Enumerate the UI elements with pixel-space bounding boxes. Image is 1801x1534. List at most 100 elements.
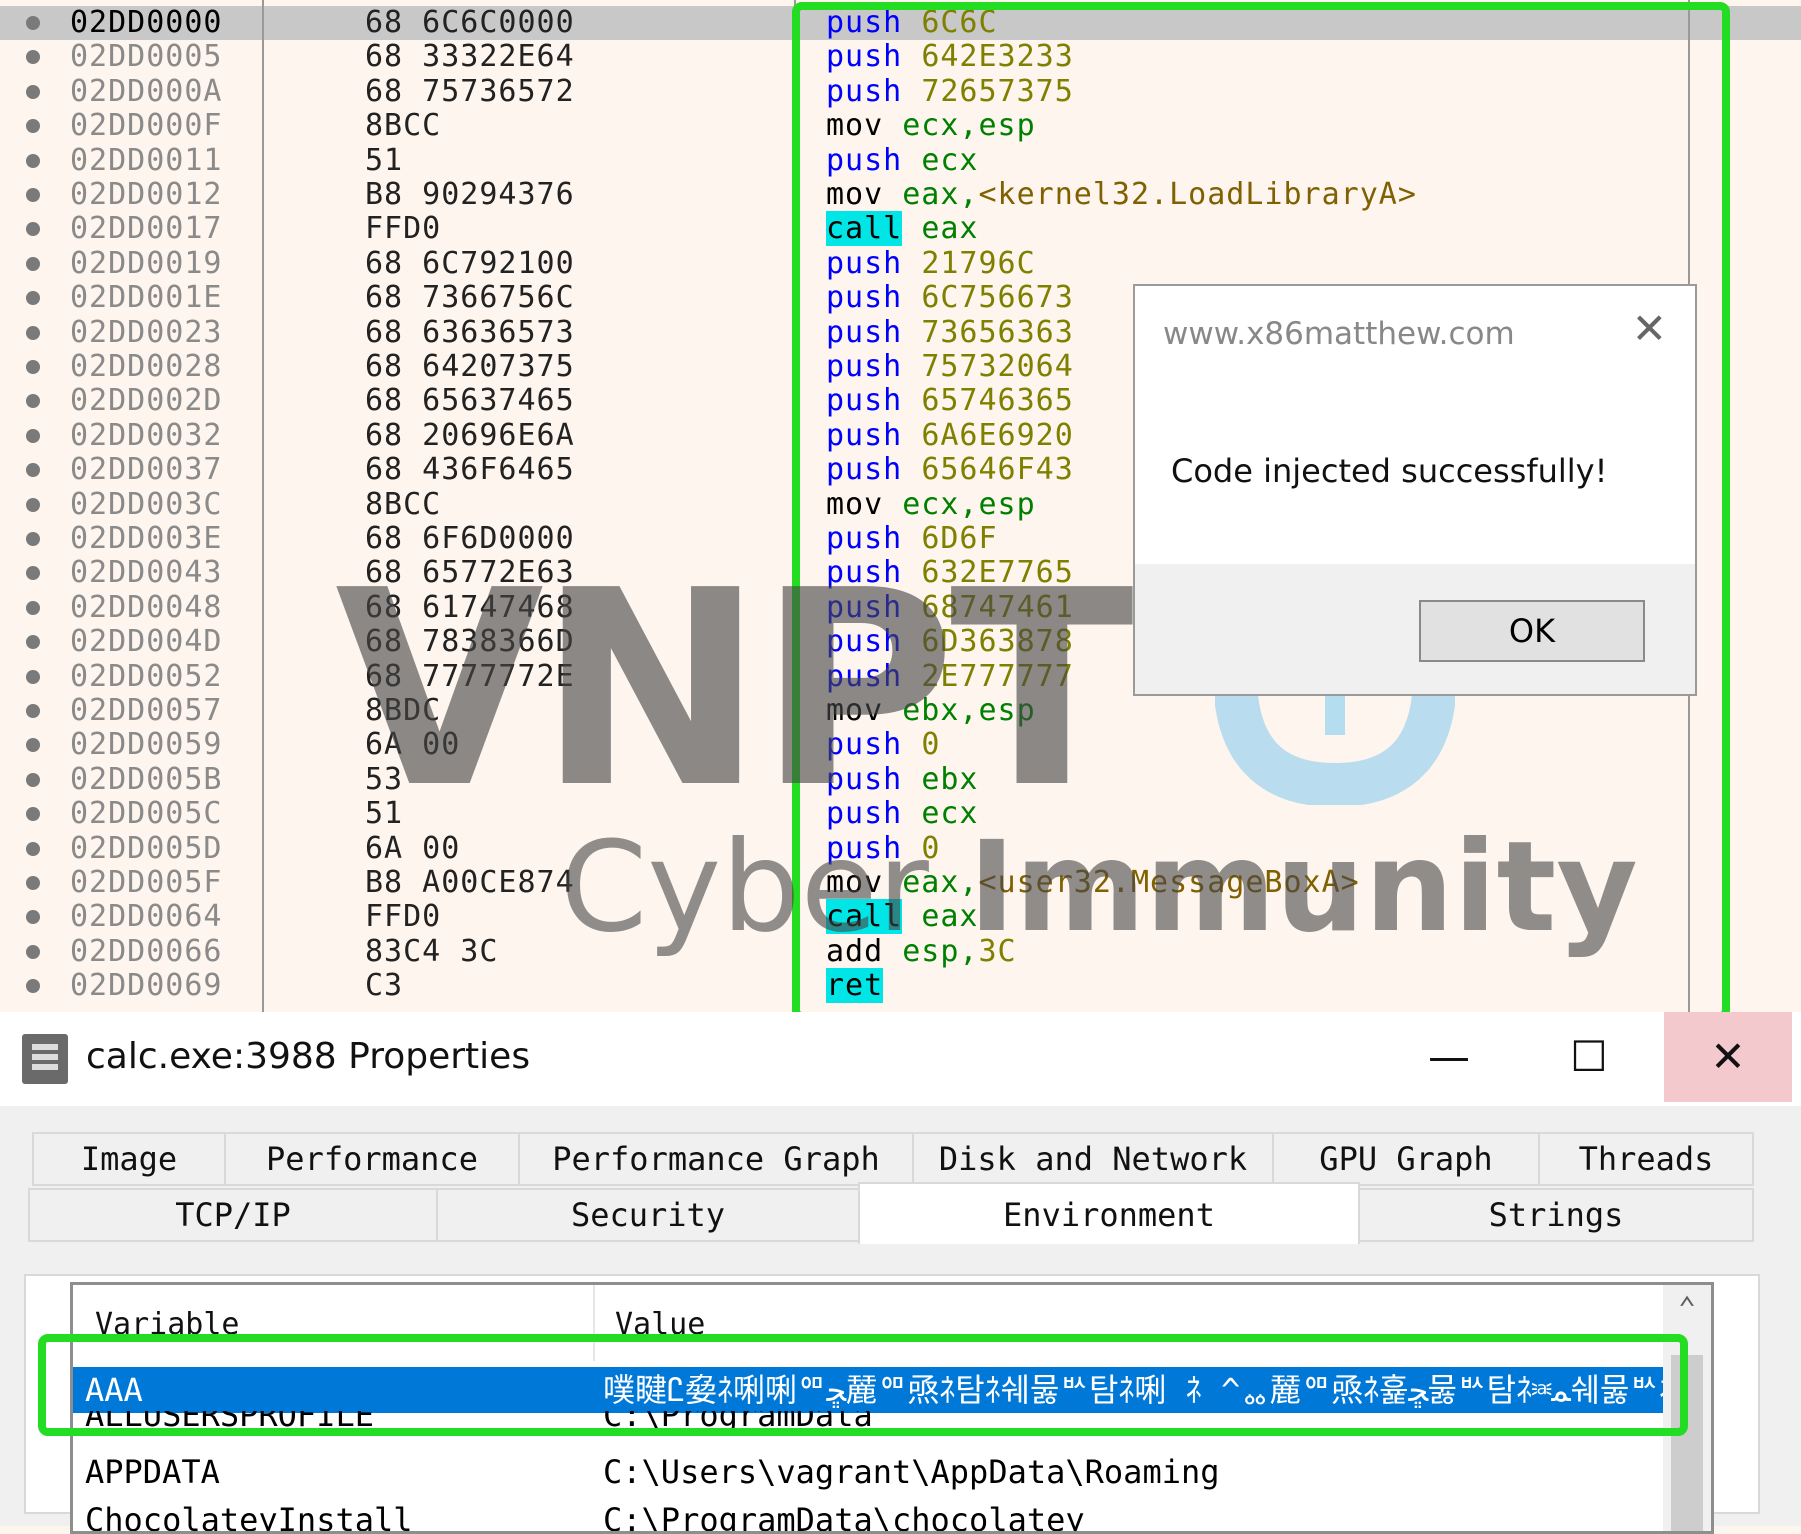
instruction-address: 02DD0017 (70, 211, 223, 247)
instruction-address: 02DD005F (70, 865, 223, 900)
instruction-address: 02DD0048 (70, 589, 223, 625)
instruction-bytes: 68 63636573 (365, 314, 575, 350)
breakpoint-marker-icon[interactable] (26, 738, 40, 753)
tab-performance[interactable]: Performance (224, 1132, 520, 1186)
instruction-address: 02DD0028 (70, 349, 223, 384)
selected-variable-highlight-box (38, 1334, 1688, 1436)
instruction-address: 02DD0012 (70, 177, 223, 212)
breakpoint-marker-icon[interactable] (26, 669, 40, 684)
instruction-bytes: 68 6C792100 (365, 245, 575, 281)
instruction-bytes: FFD0 (365, 211, 442, 247)
instruction-bytes: 68 7366756C (365, 280, 575, 316)
instruction-address: 02DD0019 (70, 245, 223, 281)
breakpoint-marker-icon[interactable] (26, 807, 40, 822)
breakpoint-marker-icon[interactable] (26, 84, 40, 99)
instruction-address: 02DD0011 (70, 142, 223, 178)
message-box-dialog: www.x86matthew.com ✕ Code injected succe… (1133, 284, 1697, 696)
instruction-address: 02DD001E (70, 280, 223, 316)
env-variable-name: APPDATA (85, 1453, 220, 1491)
app-icon (22, 1034, 68, 1084)
instruction-bytes: 68 33322E64 (365, 39, 575, 75)
tab-gpu-graph[interactable]: GPU Graph (1272, 1132, 1540, 1186)
breakpoint-marker-icon[interactable] (26, 841, 40, 856)
tab-image[interactable]: Image (32, 1132, 226, 1186)
breakpoint-marker-icon[interactable] (26, 153, 40, 168)
message-box-close-icon[interactable]: ✕ (1632, 304, 1667, 353)
instruction-bytes: 68 7838366D (365, 624, 575, 660)
instruction-address: 02DD0005 (70, 39, 223, 75)
breakpoint-marker-icon[interactable] (26, 428, 40, 443)
tab-disk-and-network[interactable]: Disk and Network (912, 1132, 1274, 1186)
breakpoint-marker-icon[interactable] (26, 50, 40, 65)
instruction-address: 02DD005B (70, 761, 223, 797)
instruction-bytes: 68 61747468 (365, 589, 575, 625)
breakpoint-marker-icon[interactable] (26, 291, 40, 306)
instruction-address: 02DD0032 (70, 417, 223, 453)
tab-security[interactable]: Security (436, 1188, 860, 1242)
tab-tcp-ip[interactable]: TCP/IP (28, 1188, 438, 1242)
instruction-bytes: 68 6F6D0000 (365, 521, 575, 556)
instruction-bytes: 51 (365, 796, 404, 832)
instruction-bytes: 68 6C6C0000 (365, 5, 575, 40)
instruction-bytes: B8 A00CE874 (365, 865, 575, 900)
instruction-address: 02DD0069 (70, 968, 223, 1004)
breakpoint-marker-icon[interactable] (26, 188, 40, 202)
breakpoint-marker-icon[interactable] (26, 325, 40, 340)
window-title: calc.exe:3988 Properties (86, 1036, 531, 1077)
instruction-bytes: 68 65772E63 (365, 555, 575, 591)
instruction-address: 02DD000A (70, 73, 223, 109)
instruction-bytes: 6A 00 (365, 830, 461, 866)
message-box-text: Code injected successfully! (1171, 452, 1608, 490)
instruction-bytes: 6A 00 (365, 727, 461, 763)
instruction-bytes: 83C4 3C (365, 933, 499, 969)
instruction-address: 02DD0000 (70, 5, 223, 40)
breakpoint-marker-icon[interactable] (26, 16, 40, 30)
tab-environment[interactable]: Environment (858, 1182, 1360, 1244)
instruction-address: 02DD0066 (70, 933, 223, 969)
scroll-up-icon[interactable]: ⌃ (1671, 1291, 1703, 1326)
ok-button[interactable]: OK (1419, 600, 1645, 662)
env-row[interactable]: APPDATA C:\Users\vagrant\AppData\Roaming (73, 1449, 1663, 1495)
breakpoint-marker-icon[interactable] (26, 704, 40, 718)
breakpoint-marker-icon[interactable] (26, 222, 40, 237)
window-titlebar[interactable]: calc.exe:3988 Properties — ☐ ✕ (0, 1012, 1801, 1106)
instruction-address: 02DD002D (70, 383, 223, 419)
env-variable-name: ChocolateyInstall (85, 1501, 413, 1534)
breakpoint-marker-icon[interactable] (26, 772, 40, 787)
instruction-address: 02DD0043 (70, 555, 223, 591)
breakpoint-marker-icon[interactable] (26, 600, 40, 615)
breakpoint-marker-icon[interactable] (26, 119, 40, 134)
instruction-bytes: B8 90294376 (365, 177, 575, 212)
instruction-address: 02DD0052 (70, 658, 223, 694)
breakpoint-marker-icon[interactable] (26, 635, 40, 650)
breakpoint-marker-icon[interactable] (26, 256, 40, 271)
breakpoint-marker-icon[interactable] (26, 360, 40, 374)
breakpoint-marker-icon[interactable] (26, 944, 40, 959)
tab-threads[interactable]: Threads (1538, 1132, 1754, 1186)
instruction-address: 02DD0057 (70, 693, 223, 728)
maximize-button[interactable]: ☐ (1525, 1012, 1653, 1102)
breakpoint-marker-icon[interactable] (26, 394, 40, 409)
close-window-button[interactable]: ✕ (1664, 1012, 1792, 1102)
instruction-address: 02DD0023 (70, 314, 223, 350)
instruction-bytes: 53 (365, 761, 404, 797)
minimize-button[interactable]: — (1385, 1012, 1513, 1102)
env-row[interactable]: ChocolateyInstall C:\ProgramData\chocola… (73, 1497, 1663, 1534)
instruction-bytes: 68 75736572 (365, 73, 575, 109)
instruction-bytes: 68 20696E6A (365, 417, 575, 453)
breakpoint-marker-icon[interactable] (26, 532, 40, 546)
breakpoint-marker-icon[interactable] (26, 979, 40, 994)
tab-performance-graph[interactable]: Performance Graph (518, 1132, 914, 1186)
breakpoint-marker-icon[interactable] (26, 497, 40, 512)
message-box-footer: OK (1135, 564, 1695, 694)
breakpoint-marker-icon[interactable] (26, 566, 40, 581)
instruction-bytes: 68 64207375 (365, 349, 575, 384)
instruction-bytes: FFD0 (365, 899, 442, 935)
breakpoint-marker-icon[interactable] (26, 910, 40, 925)
instruction-address: 02DD003E (70, 521, 223, 556)
message-box-title: www.x86matthew.com (1163, 316, 1515, 352)
tab-strings[interactable]: Strings (1358, 1188, 1754, 1242)
breakpoint-marker-icon[interactable] (26, 463, 40, 478)
breakpoint-marker-icon[interactable] (26, 876, 40, 890)
instruction-bytes: 8BDC (365, 693, 442, 728)
